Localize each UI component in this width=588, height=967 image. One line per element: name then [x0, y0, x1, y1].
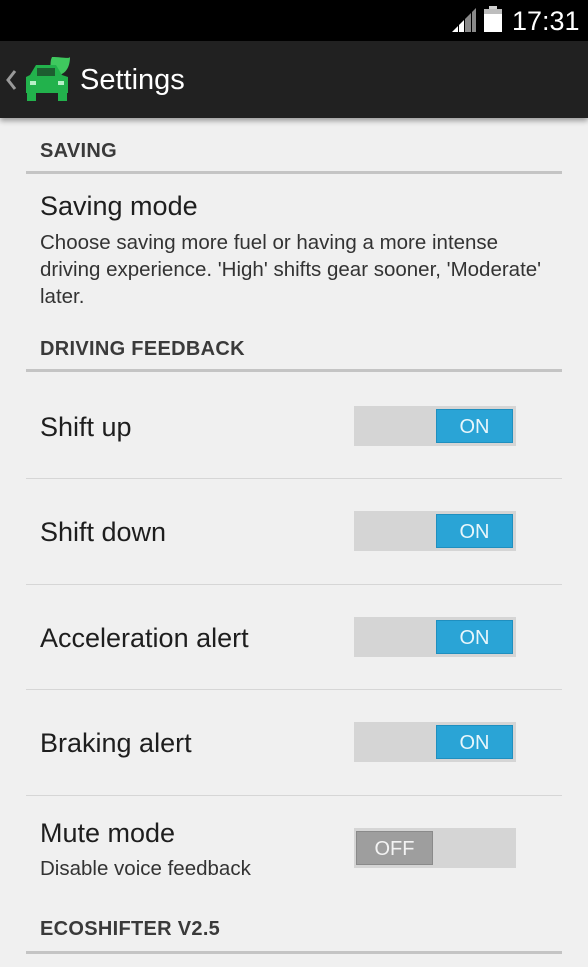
action-bar: Settings — [0, 41, 588, 118]
pref-mute-mode-title: Mute mode — [40, 818, 176, 848]
switch-thumb: ON — [436, 620, 513, 654]
pref-saving-mode-title: Saving mode — [40, 191, 198, 221]
section-header-saving: SAVING — [26, 134, 562, 174]
mute-mode-switch[interactable]: OFF — [354, 828, 516, 868]
shift-down-switch[interactable]: ON — [354, 511, 516, 551]
battery-icon — [484, 6, 502, 32]
shift-up-switch[interactable]: ON — [354, 406, 516, 446]
switch-thumb: ON — [436, 409, 513, 443]
switch-thumb: ON — [436, 725, 513, 759]
switch-thumb: OFF — [356, 831, 433, 865]
section-header-label: DRIVING FEEDBACK — [40, 338, 245, 360]
car-leaf-icon[interactable] — [22, 55, 72, 103]
section-header-version: ECOSHIFTER V2.5 — [26, 914, 562, 954]
signal-icon — [452, 8, 476, 32]
status-bar: 17:31 — [0, 0, 588, 41]
section-header-driving-feedback: DRIVING FEEDBACK — [26, 332, 562, 372]
acceleration-alert-switch[interactable]: ON — [354, 617, 516, 657]
section-header-label: ECOSHIFTER V2.5 — [40, 918, 221, 940]
section-header-label: SAVING — [40, 140, 117, 162]
page-title: Settings — [80, 64, 185, 96]
pref-braking-alert-title: Braking alert — [40, 728, 192, 758]
switch-thumb: ON — [436, 514, 513, 548]
pref-shift-down-title: Shift down — [40, 517, 167, 547]
pref-shift-up-title: Shift up — [40, 412, 132, 442]
pref-saving-mode-summary: Choose saving more fuel or having a more… — [40, 231, 542, 308]
chevron-left-icon[interactable] — [4, 65, 18, 95]
braking-alert-switch[interactable]: ON — [354, 722, 516, 762]
pref-acceleration-alert-title: Acceleration alert — [40, 623, 249, 653]
status-clock: 17:31 — [512, 6, 580, 36]
